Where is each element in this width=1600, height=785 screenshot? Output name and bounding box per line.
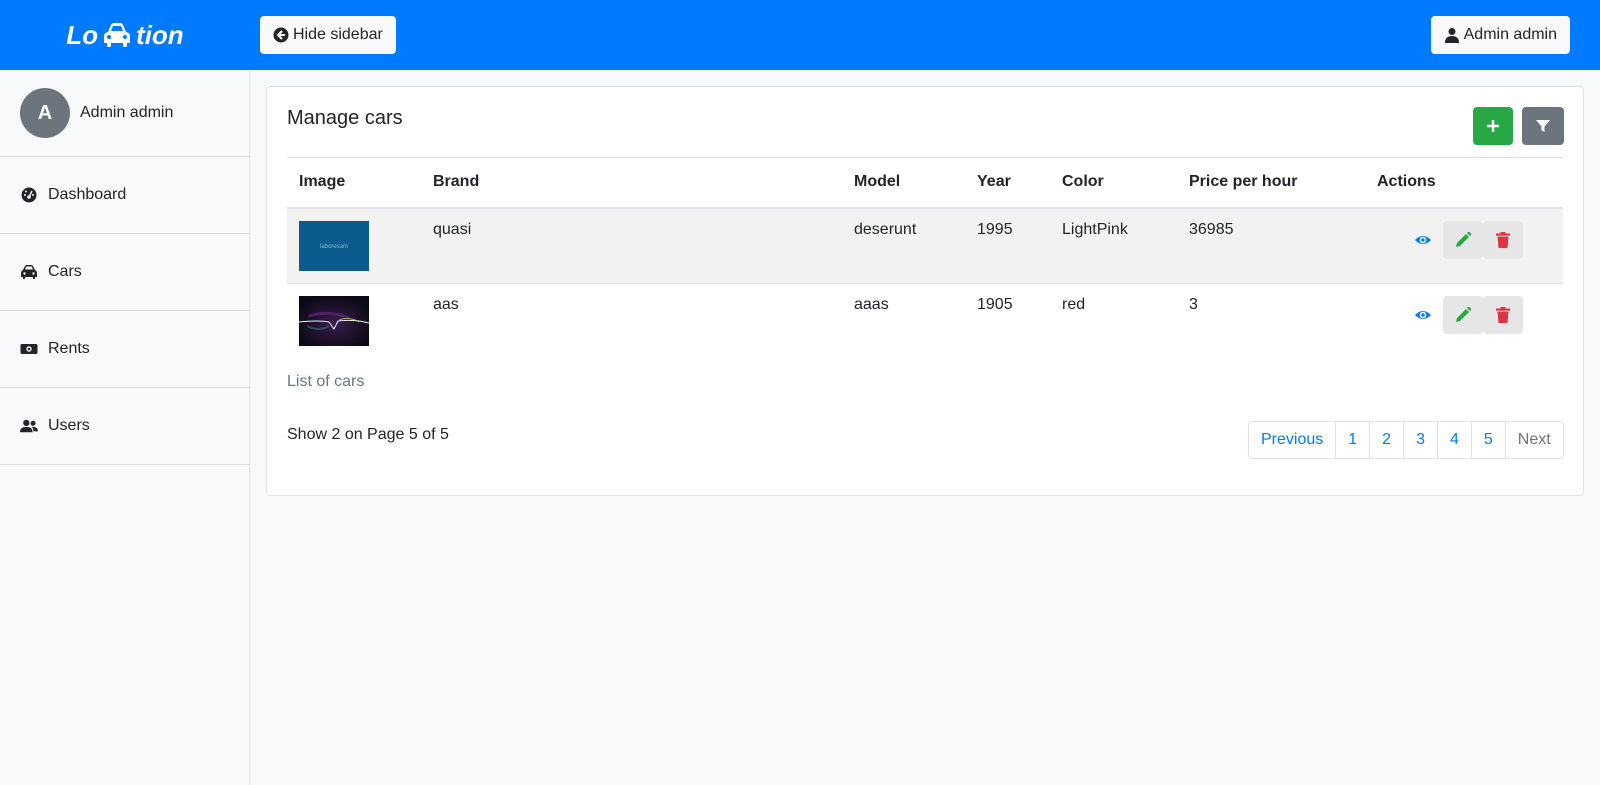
edit-button[interactable] [1443,220,1483,259]
sidebar-item-cars[interactable]: Cars [0,234,249,311]
car-thumbnail[interactable] [299,295,369,346]
hide-sidebar-button[interactable]: Hide sidebar [260,16,396,54]
user-icon [1444,28,1459,43]
sidebar-item-label: Dashboard [48,186,127,203]
sidebar-item-label: Users [48,417,90,434]
pagination-page-5[interactable]: 5 [1470,421,1506,459]
eye-icon [1415,310,1431,319]
cell-year: 1905 [965,282,1050,358]
filter-icon [1536,120,1550,132]
trash-icon [1496,306,1510,323]
pagination: Previous 1 2 3 4 5 Next [1248,421,1564,459]
cell-model: aaas [842,282,965,358]
sidebar-profile: A Admin admin [0,70,249,157]
sidebar-item-rents[interactable]: Rents [0,311,249,388]
manage-cars-card: Manage cars Image Brand Model Year Color… [266,86,1584,496]
column-header-brand: Brand [421,157,842,209]
users-icon [20,419,38,433]
sidebar-item-users[interactable]: Users [0,388,249,465]
arrow-circle-left-icon [273,27,289,43]
column-header-image: Image [287,157,421,209]
thumbnail-text: laboresam [320,244,348,250]
sidebar-item-label: Rents [48,340,90,357]
cell-brand: aas [421,282,842,358]
pagination-next[interactable]: Next [1504,421,1564,459]
table-header-row: Image Brand Model Year Color Price per h… [287,157,1563,209]
delete-button[interactable] [1483,220,1523,259]
cell-year: 1995 [965,207,1050,283]
table-row: aas aaas 1905 red 3 [287,282,1563,358]
view-button[interactable] [1403,296,1443,334]
avatar: A [20,88,70,138]
user-menu-label: Admin admin [1463,26,1557,43]
pagination-page-2[interactable]: 2 [1369,421,1405,459]
cell-color: red [1050,282,1177,358]
trash-icon [1496,231,1510,248]
column-header-color: Color [1050,157,1177,209]
sidebar: A Admin admin Dashboard Cars Rents Users [0,70,250,785]
cell-image: laboresam [287,207,421,283]
brand-text-left: Lo [66,19,99,50]
pencil-icon [1456,231,1472,247]
table-row: laboresam quasi deserunt 1995 LightPink … [287,207,1563,283]
cell-price: 36985 [1177,207,1365,283]
column-header-year: Year [965,157,1050,209]
tachometer-icon [21,187,37,203]
user-menu-button[interactable]: Admin admin [1430,16,1570,54]
money-bill-icon [20,344,38,354]
page-title: Manage cars [287,107,403,129]
hide-sidebar-label: Hide sidebar [293,26,383,43]
delete-button[interactable] [1483,295,1523,334]
add-car-button[interactable] [1473,107,1513,145]
cars-table: Image Brand Model Year Color Price per h… [287,157,1563,358]
filter-button[interactable] [1522,107,1564,145]
car-thumbnail[interactable]: laboresam [299,220,369,271]
edit-button[interactable] [1443,295,1483,334]
column-header-model: Model [842,157,965,209]
pagination-summary: Show 2 on Page 5 of 5 [287,426,449,443]
top-navbar: Lo tion Hide sidebar Admin admin [0,0,1600,70]
cell-brand: quasi [421,207,842,283]
pagination-page-3[interactable]: 3 [1403,421,1438,459]
column-header-actions: Actions [1365,157,1563,209]
cell-model: deserunt [842,207,965,283]
view-button[interactable] [1403,221,1443,259]
cell-actions [1365,282,1563,358]
pagination-previous[interactable]: Previous [1248,421,1337,459]
pagination-page-1[interactable]: 1 [1335,421,1371,459]
column-header-price: Price per hour [1177,157,1365,209]
cell-color: LightPink [1050,207,1177,283]
sidebar-item-label: Cars [48,263,82,280]
sidebar-item-dashboard[interactable]: Dashboard [0,157,249,234]
car-icon [104,23,131,47]
table-caption: List of cars [287,373,365,390]
eye-icon [1415,235,1431,244]
plus-icon [1487,120,1499,132]
brand-logo[interactable]: Lo tion [0,0,250,70]
pencil-icon [1456,306,1472,322]
pagination-page-4[interactable]: 4 [1436,421,1472,459]
brand-text-right: tion [136,19,184,50]
profile-name: Admin admin [80,104,174,121]
cell-image [287,282,421,358]
car-icon [21,265,37,279]
cell-actions [1365,207,1563,283]
cell-price: 3 [1177,282,1365,358]
